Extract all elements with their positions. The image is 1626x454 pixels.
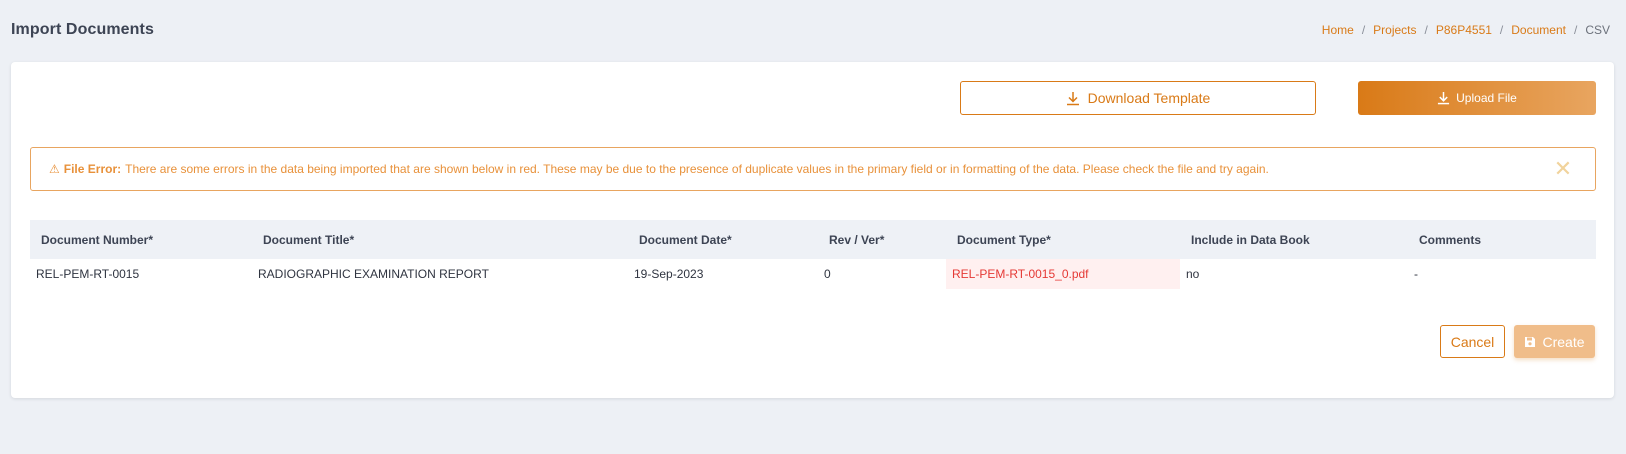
column-header: Include in Data Book [1191,232,1310,247]
breadcrumb-current: CSV [1585,23,1610,37]
upload-file-button[interactable]: Upload File [1358,81,1596,115]
upload-file-label: Upload File [1456,91,1517,105]
breadcrumb: Home / Projects / P86P4551 / Document / … [1322,23,1610,37]
column-header: Document Title* [263,232,355,247]
download-template-label: Download Template [1087,90,1211,106]
download-template-button[interactable]: Download Template [960,81,1316,115]
table-row: REL-PEM-RT-0015 RADIOGRAPHIC EXAMINATION… [30,259,1596,289]
breadcrumb-home[interactable]: Home [1322,23,1354,37]
breadcrumb-projects[interactable]: Projects [1373,23,1416,37]
import-card: Download Template Upload File ⚠ File Err… [11,62,1614,398]
warning-icon: ⚠ [49,162,60,176]
file-error-alert: ⚠ File Error: There are some errors in t… [30,147,1596,191]
page-header: Import Documents Home / Projects / P86P4… [11,18,1610,42]
breadcrumb-project-code[interactable]: P86P4551 [1436,23,1492,37]
cell-comments: - [1414,267,1418,281]
alert-message: There are some errors in the data being … [125,162,1269,176]
cell-document-title: RADIOGRAPHIC EXAMINATION REPORT [258,267,489,281]
save-icon [1524,336,1536,348]
column-header: Rev / Ver* [829,232,885,247]
cell-include-in-data-book: no [1186,267,1200,281]
create-label: Create [1542,333,1585,350]
breadcrumb-separator: / [1573,23,1578,37]
download-icon [1066,91,1080,106]
cell-document-number: REL-PEM-RT-0015 [36,267,140,281]
cancel-button[interactable]: Cancel [1440,325,1505,358]
page-title: Import Documents [11,21,154,38]
cell-document-type-error: REL-PEM-RT-0015_0.pdf [946,259,1180,289]
create-button[interactable]: Create [1514,325,1595,358]
table-header: Document Number* Document Title* Documen… [30,220,1596,259]
breadcrumb-document[interactable]: Document [1511,23,1566,37]
cell-rev-ver: 0 [824,267,831,281]
breadcrumb-separator: / [1361,23,1366,37]
column-header: Document Number* [41,232,154,247]
column-header: Document Type* [957,232,1051,247]
close-icon[interactable]: ✕ [1551,157,1575,181]
column-header: Comments [1419,232,1482,247]
upload-icon [1437,91,1450,105]
breadcrumb-separator: / [1499,23,1504,37]
alert-title: File Error: [63,162,122,176]
breadcrumb-separator: / [1424,23,1428,37]
import-preview-table: Document Number* Document Title* Documen… [30,220,1596,289]
cell-document-date: 19-Sep-2023 [634,267,704,281]
import-documents-page: Import Documents Home / Projects / P86P4… [0,0,1626,454]
column-header: Document Date* [639,232,732,247]
